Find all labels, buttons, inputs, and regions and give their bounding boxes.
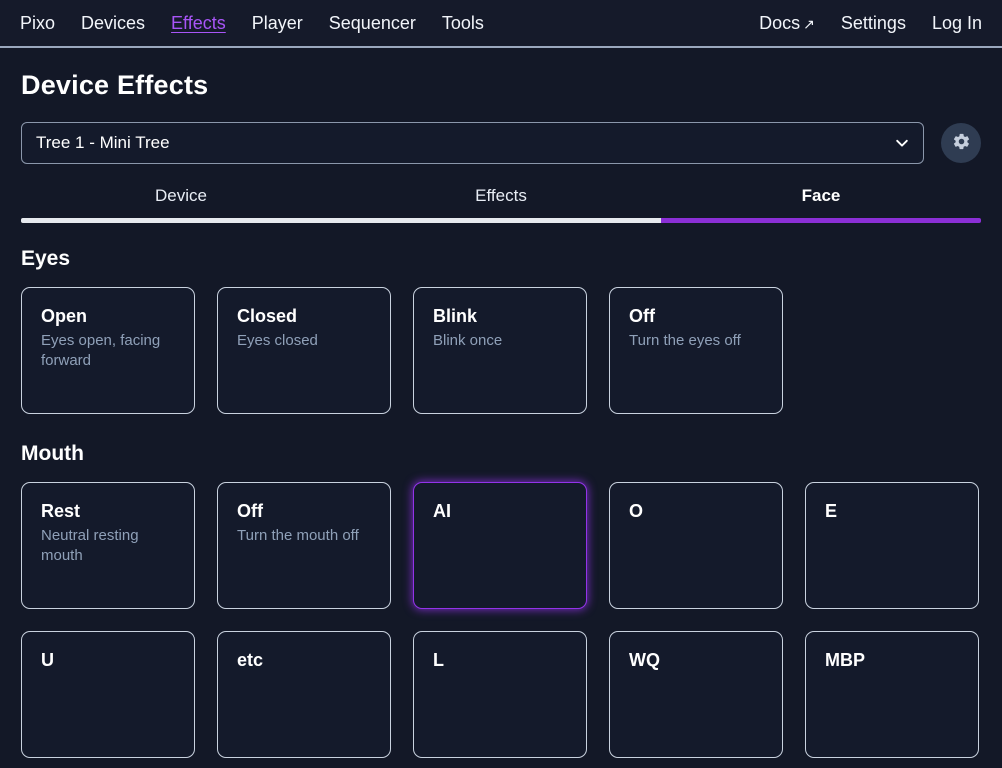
- effect-card[interactable]: MBP: [805, 631, 979, 758]
- effect-card[interactable]: Open Eyes open, facing forward: [21, 287, 195, 414]
- face-sections: Eyes Open Eyes open, facing forward Closed E…: [21, 247, 981, 758]
- tab-effects[interactable]: Effects: [341, 186, 661, 218]
- nav-link-player[interactable]: Player: [252, 14, 303, 32]
- effect-card-title: L: [433, 650, 567, 671]
- nav-link-settings[interactable]: Settings: [841, 14, 906, 32]
- effect-card[interactable]: WQ: [609, 631, 783, 758]
- device-select[interactable]: Tree 1 - Mini Tree: [21, 122, 924, 164]
- nav-link-devices[interactable]: Devices: [81, 14, 145, 32]
- effect-card-title: Rest: [41, 501, 175, 522]
- tab-indicator-inactive: [21, 218, 661, 223]
- effect-card-description: Eyes open, facing forward: [41, 331, 175, 372]
- chevron-down-icon: [895, 136, 909, 150]
- effect-card[interactable]: Closed Eyes closed: [217, 287, 391, 414]
- effect-card-title: U: [41, 650, 175, 671]
- effect-card-title: Off: [237, 501, 371, 522]
- gear-icon: [952, 132, 971, 154]
- effect-card[interactable]: etc: [217, 631, 391, 758]
- effect-card-title: MBP: [825, 650, 959, 671]
- effect-card[interactable]: E: [805, 482, 979, 609]
- face-tabs: DeviceEffectsFace: [21, 186, 981, 218]
- effect-card-title: Blink: [433, 306, 567, 327]
- tab-indicator-active: [661, 218, 981, 223]
- page-title: Device Effects: [21, 70, 981, 101]
- page-content: Device Effects Tree 1 - Mini Tree Device…: [0, 70, 1002, 758]
- effect-card-title: E: [825, 501, 959, 522]
- effect-card-description: Turn the mouth off: [237, 526, 371, 546]
- effect-card-title: WQ: [629, 650, 763, 671]
- effect-card-title: Closed: [237, 306, 371, 327]
- device-selector-row: Tree 1 - Mini Tree: [21, 122, 981, 164]
- effect-card-description: Neutral resting mouth: [41, 526, 175, 567]
- effect-card-title: etc: [237, 650, 371, 671]
- tab-indicator-track: [21, 218, 981, 223]
- navbar-primary-links: Pixo Devices Effects Player Sequencer Tools: [20, 14, 484, 32]
- effect-card[interactable]: Off Turn the mouth off: [217, 482, 391, 609]
- nav-link-label: Docs: [759, 13, 800, 33]
- nav-link-docs[interactable]: Docs↗: [759, 14, 815, 32]
- tab-face[interactable]: Face: [661, 186, 981, 218]
- nav-link-label: Settings: [841, 13, 906, 33]
- nav-link-effects[interactable]: Effects: [171, 14, 226, 32]
- effect-card-title: O: [629, 501, 763, 522]
- effect-card[interactable]: Rest Neutral resting mouth: [21, 482, 195, 609]
- device-select-value: Tree 1 - Mini Tree: [36, 133, 170, 153]
- navbar-secondary-links: Docs↗ Settings Log In: [759, 14, 982, 32]
- effect-card-description: Blink once: [433, 331, 567, 351]
- effect-card-description: Eyes closed: [237, 331, 371, 351]
- effect-card[interactable]: Off Turn the eyes off: [609, 287, 783, 414]
- nav-link-sequencer[interactable]: Sequencer: [329, 14, 416, 32]
- effect-card-title: Open: [41, 306, 175, 327]
- nav-link-pixo[interactable]: Pixo: [20, 14, 55, 32]
- effect-card-description: Turn the eyes off: [629, 331, 763, 351]
- section-title-eyes: Eyes: [21, 247, 981, 271]
- nav-link-label: Log In: [932, 13, 982, 33]
- effect-card[interactable]: U: [21, 631, 195, 758]
- effect-card[interactable]: L: [413, 631, 587, 758]
- card-grid-eyes: Open Eyes open, facing forward Closed Eyes …: [21, 287, 981, 414]
- effect-card[interactable]: O: [609, 482, 783, 609]
- top-navbar: Pixo Devices Effects Player Sequencer Tools D…: [0, 0, 1002, 48]
- nav-link-tools[interactable]: Tools: [442, 14, 484, 32]
- effect-card[interactable]: AI: [413, 482, 587, 609]
- tab-device[interactable]: Device: [21, 186, 341, 218]
- effect-card-title: Off: [629, 306, 763, 327]
- section-title-mouth: Mouth: [21, 442, 981, 466]
- external-link-icon: ↗: [803, 17, 815, 31]
- card-grid-mouth: Rest Neutral resting mouth Off Turn the mou…: [21, 482, 981, 758]
- effect-card[interactable]: Blink Blink once: [413, 287, 587, 414]
- device-settings-button[interactable]: [941, 123, 981, 163]
- nav-link-log-in[interactable]: Log In: [932, 14, 982, 32]
- effect-card-title: AI: [433, 501, 567, 522]
